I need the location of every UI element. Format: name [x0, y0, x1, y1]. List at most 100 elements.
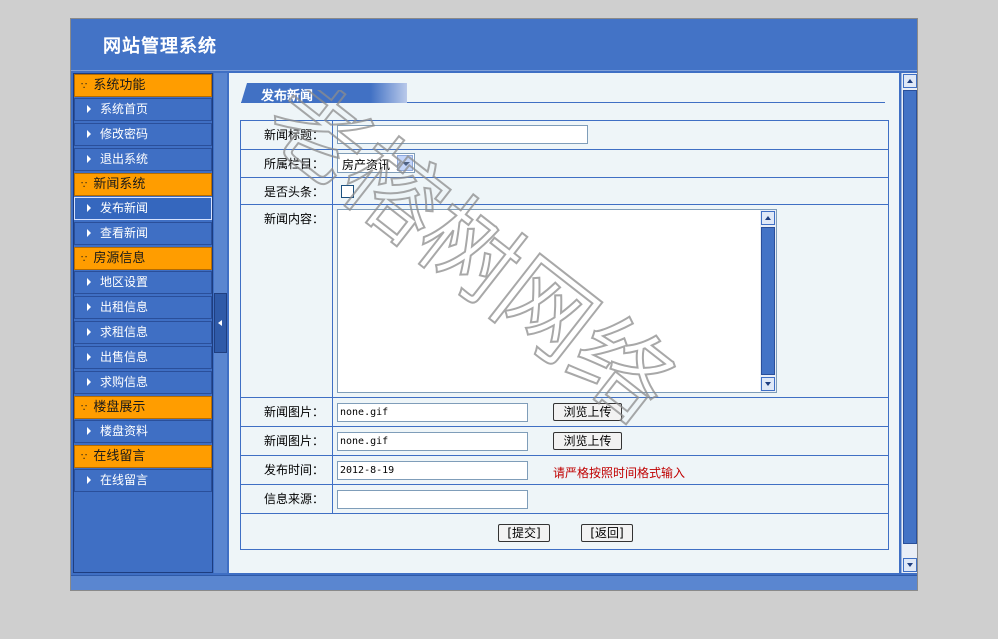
sidebar-item-label: 修改密码 [100, 127, 149, 141]
site-title: 网站管理系统 [103, 36, 217, 57]
sidebar-item-for-sale[interactable]: 出售信息 [74, 346, 212, 369]
triangle-right-icon [87, 303, 91, 311]
row-content: 新闻内容： [241, 205, 888, 398]
header: 网站管理系统 [71, 19, 917, 71]
sidebar-item-change-password[interactable]: 修改密码 [74, 123, 212, 146]
chevron-left-icon [218, 320, 222, 326]
image2-label: 新闻图片： [241, 427, 333, 455]
row-source: 信息来源： [241, 485, 888, 514]
row-image1: 新闻图片： 浏览上传 [241, 398, 888, 427]
arrow-up-icon [765, 216, 771, 220]
content-textarea[interactable] [337, 209, 777, 393]
category-select[interactable]: 房产资讯 [337, 153, 415, 173]
section-label: 房源信息 [93, 251, 146, 266]
sidebar-section-housing[interactable]: ∵ 房源信息 [74, 247, 212, 270]
tab-bar: 发布新闻 [241, 83, 885, 103]
headline-checkbox[interactable] [341, 185, 354, 198]
sidebar-item-label: 退出系统 [100, 152, 149, 166]
main-content: 发布新闻 新闻标题： 所属栏目： 房产资讯 是否头条： 新闻内容： 新闻图片： … [229, 73, 899, 573]
triangle-right-icon [87, 155, 91, 163]
scroll-thumb[interactable] [761, 227, 775, 375]
image2-upload-button[interactable]: 浏览上传 [553, 432, 622, 450]
image2-input[interactable] [337, 432, 528, 451]
sidebar-item-rent-wanted[interactable]: 求租信息 [74, 321, 212, 344]
image1-label: 新闻图片： [241, 398, 333, 426]
section-label: 在线留言 [93, 449, 146, 464]
bullet-icon: ∵ [81, 254, 88, 265]
scroll-down-button[interactable] [761, 377, 775, 391]
sidebar-item-label: 在线留言 [100, 473, 149, 487]
sidebar-section-messages[interactable]: ∵ 在线留言 [74, 445, 212, 468]
triangle-right-icon [87, 476, 91, 484]
image1-input[interactable] [337, 403, 528, 422]
sidebar-item-label: 楼盘资料 [100, 424, 149, 438]
sidebar-item-label: 出租信息 [100, 300, 149, 314]
sidebar-item-label: 地区设置 [100, 275, 149, 289]
bullet-icon: ∵ [81, 403, 88, 414]
triangle-right-icon [87, 328, 91, 336]
row-date: 发布时间： 请严格按照时间格式输入 [241, 456, 888, 485]
collapse-sidebar-button[interactable] [214, 293, 227, 353]
triangle-right-icon [87, 427, 91, 435]
sidebar-item-label: 求租信息 [100, 325, 149, 339]
arrow-down-icon [907, 563, 913, 567]
section-label: 新闻系统 [93, 177, 146, 192]
triangle-right-icon [87, 105, 91, 113]
submit-button[interactable]: [提交] [498, 524, 550, 542]
bullet-icon: ∵ [81, 180, 88, 191]
scroll-up-button[interactable] [761, 211, 775, 225]
sidebar: ∵ 系统功能 系统首页 修改密码 退出系统 ∵ 新闻系统 发布新闻 查看新闻 ∵ 房源… [73, 73, 213, 573]
arrow-down-icon [765, 382, 771, 386]
bullet-icon: ∵ [81, 81, 88, 92]
sidebar-item-label: 查看新闻 [100, 226, 149, 240]
category-value: 房产资讯 [342, 158, 391, 172]
footer-bar [71, 575, 917, 590]
news-form: 新闻标题： 所属栏目： 房产资讯 是否头条： 新闻内容： 新闻图片： none.… [240, 120, 889, 550]
date-input[interactable] [337, 461, 528, 480]
sidebar-item-logout[interactable]: 退出系统 [74, 148, 212, 171]
scroll-up-button[interactable] [903, 74, 917, 88]
textarea-scrollbar[interactable] [760, 210, 776, 392]
image1-upload-button[interactable]: 浏览上传 [553, 403, 622, 421]
date-label: 发布时间： [241, 456, 333, 484]
sidebar-section-properties[interactable]: ∵ 楼盘展示 [74, 396, 212, 419]
back-button[interactable]: [返回] [581, 524, 633, 542]
category-label: 所属栏目： [241, 150, 333, 177]
arrow-up-icon [907, 79, 913, 83]
triangle-right-icon [87, 130, 91, 138]
content-label: 新闻内容： [241, 205, 333, 397]
sidebar-section-system[interactable]: ∵ 系统功能 [74, 74, 212, 97]
bullet-icon: ∵ [81, 452, 88, 463]
source-input[interactable] [337, 490, 528, 509]
scroll-down-button[interactable] [903, 558, 917, 572]
sidebar-item-messages[interactable]: 在线留言 [74, 469, 212, 492]
sidebar-item-publish-news[interactable]: 发布新闻 [74, 197, 212, 220]
triangle-right-icon [87, 278, 91, 286]
sidebar-item-label: 求购信息 [100, 375, 149, 389]
tab-label: 发布新闻 [261, 89, 314, 104]
title-label: 新闻标题： [241, 121, 333, 149]
triangle-right-icon [87, 204, 91, 212]
section-label: 系统功能 [93, 78, 146, 93]
date-format-hint: 请严格按照时间格式输入 [553, 466, 686, 480]
sidebar-item-label: 系统首页 [100, 102, 149, 116]
sidebar-item-regions[interactable]: 地区设置 [74, 271, 212, 294]
title-input[interactable] [337, 125, 588, 144]
sidebar-item-buy-wanted[interactable]: 求购信息 [74, 371, 212, 394]
sidebar-item-property-info[interactable]: 楼盘资料 [74, 420, 212, 443]
scroll-thumb[interactable] [903, 90, 917, 544]
sidebar-item-view-news[interactable]: 查看新闻 [74, 222, 212, 245]
tab-publish-news[interactable]: 发布新闻 [241, 83, 407, 103]
triangle-right-icon [87, 229, 91, 237]
sidebar-item-rent-out[interactable]: 出租信息 [74, 296, 212, 319]
sidebar-item-label: 出售信息 [100, 350, 149, 364]
sidebar-section-news[interactable]: ∵ 新闻系统 [74, 173, 212, 196]
row-title: 新闻标题： [241, 121, 888, 150]
page-scrollbar[interactable] [901, 73, 917, 573]
chevron-down-icon [397, 155, 413, 171]
triangle-right-icon [87, 353, 91, 361]
section-label: 楼盘展示 [93, 400, 146, 415]
sidebar-item-label: 发布新闻 [100, 201, 149, 215]
sidebar-item-home[interactable]: 系统首页 [74, 98, 212, 121]
row-image2: 新闻图片： 浏览上传 [241, 427, 888, 456]
